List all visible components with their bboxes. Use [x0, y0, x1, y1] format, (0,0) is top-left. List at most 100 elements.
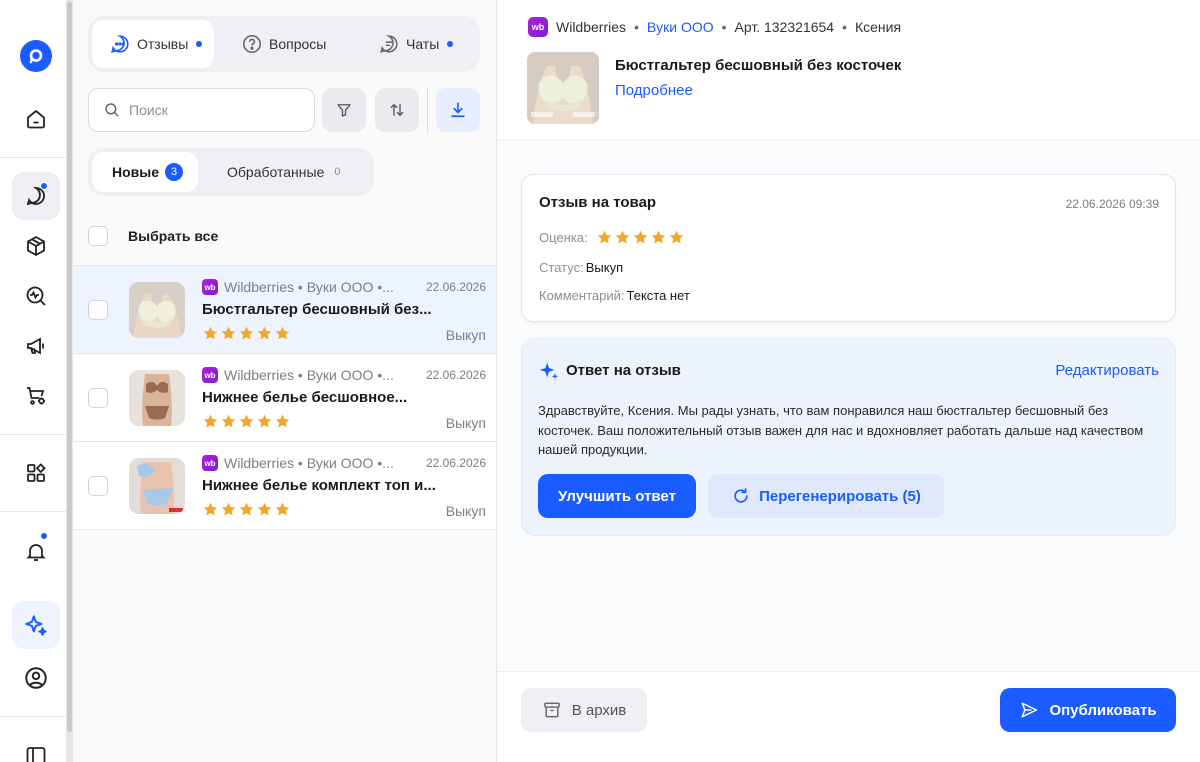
row-checkbox[interactable] — [88, 388, 108, 408]
archive-button[interactable]: В архив — [521, 688, 647, 732]
sidebar-item-analytics[interactable] — [12, 272, 60, 320]
review-row-status: Выкуп — [445, 503, 486, 519]
tab-questions[interactable]: Вопросы — [238, 20, 348, 68]
archive-icon — [543, 702, 560, 718]
segment-new-count: 3 — [165, 163, 184, 181]
review-row-date: 22.06.2026 — [425, 280, 486, 294]
logo-icon[interactable] — [20, 40, 52, 72]
review-card: Отзыв на товар 22.06.2026 09:39 Оценка: … — [521, 174, 1176, 322]
star-icon — [257, 326, 272, 340]
segment-processed[interactable]: Обработанные 0 — [208, 152, 368, 192]
star-icon — [275, 414, 290, 428]
tab-reviews-dot — [196, 41, 203, 47]
ai-reply-title: Ответ на отзыв — [566, 362, 681, 379]
status-label: Статус: — [539, 260, 584, 275]
publish-button[interactable]: Опубликовать — [1000, 688, 1176, 732]
question-circle-icon — [242, 34, 262, 54]
tab-chats-dot — [447, 41, 454, 47]
star-icon — [275, 502, 290, 516]
chat-lines-icon — [380, 35, 398, 53]
sidebar-item-panel[interactable] — [12, 732, 60, 762]
rating-label: Оценка: — [539, 230, 588, 245]
search-icon — [105, 103, 119, 117]
rating-stars — [202, 501, 291, 518]
review-row[interactable]: wb Wildberries • Вуки ООО •... 22.06.202… — [73, 354, 496, 442]
star-icon — [597, 230, 611, 244]
comment-value: Текста нет — [626, 288, 690, 303]
review-row-meta: wb Wildberries • Вуки ООО •... — [202, 279, 417, 295]
user-circle-icon — [25, 667, 47, 689]
regenerate-label: Перегенерировать (5) — [759, 487, 921, 505]
ai-reply-text: Здравствуйте, Ксения. Мы рады узнать, чт… — [538, 403, 1144, 457]
pulse-icon — [26, 286, 46, 306]
ai-reply-card: Ответ на отзыв Редактировать Здравствуйт… — [521, 338, 1176, 536]
rating-stars — [202, 325, 291, 342]
review-row-date: 22.06.2026 — [425, 456, 486, 470]
review-rating-row: Оценка: — [539, 229, 685, 246]
row-checkbox[interactable] — [88, 300, 108, 320]
star-icon — [203, 502, 218, 516]
search-input[interactable] — [129, 102, 299, 118]
wildberries-icon: wb — [202, 367, 218, 383]
sort-button[interactable] — [375, 88, 419, 132]
sidebar-item-profile[interactable] — [12, 654, 60, 702]
star-icon — [651, 230, 665, 244]
sidebar-item-reviews[interactable] — [12, 172, 60, 220]
tab-questions-label: Вопросы — [269, 36, 327, 52]
sidebar-item-cart-settings[interactable] — [12, 372, 60, 420]
product-thumbnail — [129, 458, 185, 514]
row-checkbox[interactable] — [88, 476, 108, 496]
review-row-meta: wb Wildberries • Вуки ООО •... — [202, 367, 417, 383]
sidebar-item-products[interactable] — [12, 222, 60, 270]
edit-reply-link[interactable]: Редактировать — [1055, 362, 1159, 379]
home-icon — [27, 109, 45, 129]
product-thumbnail — [129, 370, 185, 426]
status-value: Выкуп — [585, 260, 624, 275]
review-row-status: Выкуп — [445, 415, 486, 431]
rating-stars — [596, 229, 685, 246]
box-icon — [27, 235, 45, 257]
review-row[interactable]: wb Wildberries • Вуки ООО •... 22.06.202… — [73, 266, 496, 354]
tab-chats[interactable]: Чаты — [374, 20, 464, 68]
sparkle-icon — [25, 615, 47, 636]
tab-reviews-label: Отзывы — [137, 36, 189, 52]
comment-label: Комментарий: — [539, 288, 625, 303]
star-icon — [615, 230, 629, 244]
publish-label: Опубликовать — [1049, 701, 1157, 719]
wildberries-icon: wb — [528, 17, 548, 37]
product-image — [527, 52, 599, 124]
tab-chats-label: Чаты — [406, 36, 440, 52]
improve-reply-button[interactable]: Улучшить ответ — [538, 474, 696, 518]
rail-scrollbar-thumb[interactable] — [67, 2, 72, 732]
filter-button[interactable] — [322, 88, 366, 132]
sidebar-item-promotion[interactable] — [12, 322, 60, 370]
download-button[interactable] — [436, 88, 480, 132]
send-icon — [1022, 702, 1038, 718]
review-status-row: Статус: Выкуп — [539, 260, 623, 275]
breadcrumb-seller-link[interactable]: Вуки ООО — [647, 19, 714, 35]
star-icon — [669, 230, 683, 244]
sidebar-item-ai[interactable] — [12, 601, 60, 649]
tab-reviews[interactable]: Отзывы — [92, 20, 214, 68]
sparkle-icon — [539, 362, 559, 380]
wildberries-icon: wb — [202, 279, 218, 295]
review-row[interactable]: wb Wildberries • Вуки ООО •... 22.06.202… — [73, 442, 496, 530]
breadcrumb-customer: Ксения — [854, 19, 902, 35]
star-icon — [203, 326, 218, 340]
regenerate-reply-button[interactable]: Перегенерировать (5) — [708, 474, 944, 518]
content-type-tabs: Отзывы Вопросы Чаты — [88, 16, 480, 72]
segment-new[interactable]: Новые 3 — [92, 152, 198, 192]
bell-icon — [26, 544, 46, 561]
breadcrumb-article: Арт. 132321654 — [734, 19, 835, 35]
product-more-link[interactable]: Подробнее — [615, 82, 693, 99]
sidebar-item-apps[interactable] — [12, 449, 60, 497]
sidebar-item-home[interactable] — [12, 95, 60, 143]
sidebar-item-notifications[interactable] — [12, 528, 60, 576]
review-card-title: Отзыв на товар — [539, 194, 657, 211]
select-all-checkbox[interactable] — [88, 226, 108, 246]
cart-gear-icon — [27, 387, 45, 405]
review-row-meta-text: Wildberries • Вуки ООО •... — [224, 455, 394, 471]
megaphone-icon — [27, 337, 44, 355]
star-icon — [257, 502, 272, 516]
review-row-date: 22.06.2026 — [425, 368, 486, 382]
